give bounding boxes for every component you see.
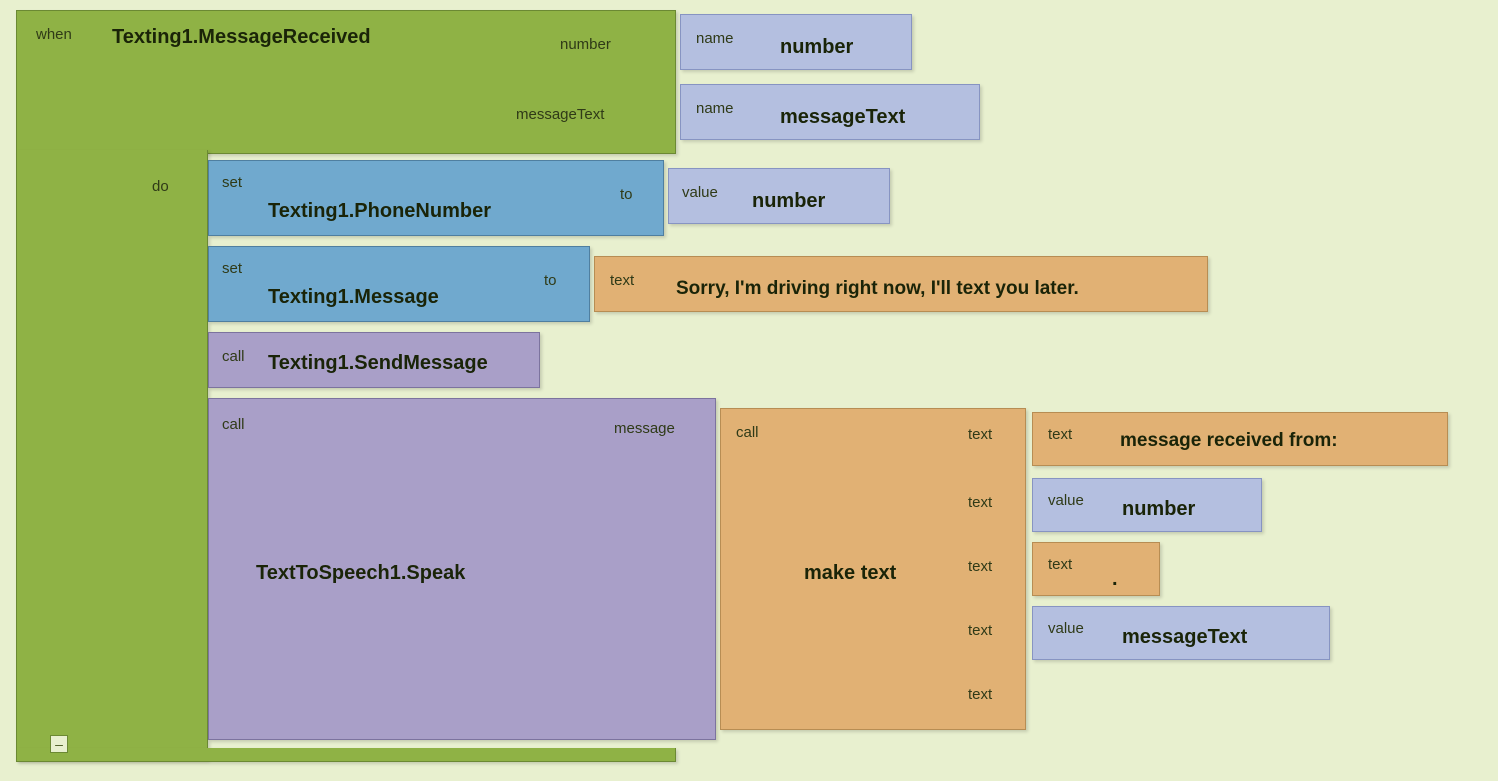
set2-to: to xyxy=(544,272,557,289)
param2-name-kw: name xyxy=(696,100,734,117)
maketext-r3-kw: text xyxy=(1048,556,1072,573)
maketext-r2-val: number xyxy=(1122,498,1195,521)
param1-name-val: number xyxy=(780,36,853,59)
event-block-footer xyxy=(16,748,676,762)
call1-method: Texting1.SendMessage xyxy=(268,352,488,375)
collapse-icon: – xyxy=(55,736,63,752)
set1-prop: Texting1.PhoneNumber xyxy=(268,200,491,223)
maketext-slot5-kw: text xyxy=(968,686,992,703)
set2-kw: set xyxy=(222,260,242,277)
set1-val-kw: value xyxy=(682,184,718,201)
maketext-r1-val: message received from: xyxy=(1120,430,1338,452)
when-keyword: when xyxy=(36,26,72,43)
call2-method: TextToSpeech1.Speak xyxy=(256,562,465,585)
param2-name-val: messageText xyxy=(780,106,905,129)
maketext-r2-kw: value xyxy=(1048,492,1084,509)
maketext-slot3-kw: text xyxy=(968,558,992,575)
set2-txt-kw: text xyxy=(610,272,634,289)
set1-val: number xyxy=(752,190,825,213)
event-param1-keyword: number xyxy=(560,36,611,53)
collapse-button[interactable]: – xyxy=(50,735,68,753)
event-title: Texting1.MessageReceived xyxy=(112,26,371,49)
set1-to: to xyxy=(620,186,633,203)
event-param2-keyword: messageText xyxy=(516,106,604,123)
maketext-call-kw: call xyxy=(736,424,759,441)
set-message-block[interactable] xyxy=(208,246,590,322)
maketext-slot2-kw: text xyxy=(968,494,992,511)
call2-kw: call xyxy=(222,416,245,433)
maketext-r4-kw: value xyxy=(1048,620,1084,637)
call1-kw: call xyxy=(222,348,245,365)
do-keyword: do xyxy=(152,178,169,195)
param1-name-kw: name xyxy=(696,30,734,47)
maketext-r4-val: messageText xyxy=(1122,626,1247,649)
set2-txt: Sorry, I'm driving right now, I'll text … xyxy=(676,278,1079,300)
maketext-r3-val: . xyxy=(1112,568,1118,591)
maketext-r1-kw: text xyxy=(1048,426,1072,443)
maketext-title: make text xyxy=(804,562,896,585)
set-phonenumber-block[interactable] xyxy=(208,160,664,236)
event-block-spine xyxy=(16,150,208,760)
set1-kw: set xyxy=(222,174,242,191)
maketext-slot4-kw: text xyxy=(968,622,992,639)
call2-arg-kw: message xyxy=(614,420,675,437)
maketext-slot1-kw: text xyxy=(968,426,992,443)
set2-prop: Texting1.Message xyxy=(268,286,439,309)
